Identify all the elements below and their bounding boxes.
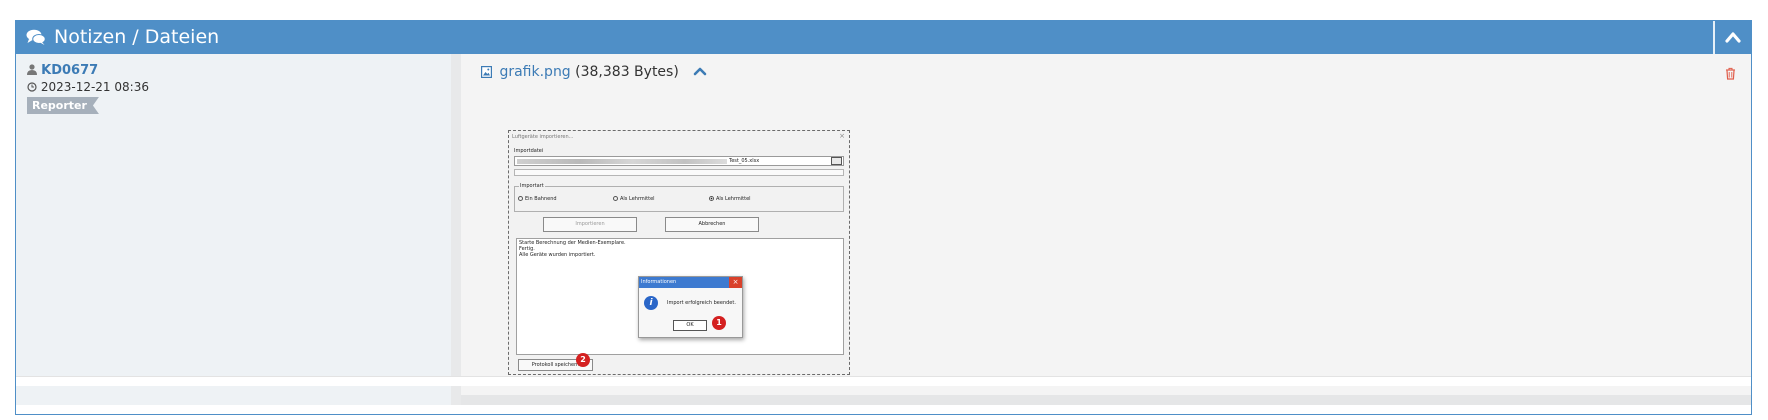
- user-icon: [27, 64, 37, 80]
- screenshot-log-lines: Starte Berechnung der Medien-Exemplare. …: [519, 240, 626, 258]
- dialog-ok-button: OK: [673, 320, 707, 331]
- info-icon: i: [644, 296, 658, 310]
- screenshot-group-label: Importart: [519, 183, 545, 189]
- attachment-line: grafik.png (38,383 Bytes): [481, 63, 707, 83]
- attachment-size: (38,383 Bytes): [575, 64, 679, 80]
- clock-icon: [27, 80, 37, 96]
- note-meta: KD0677 2023-12-21 08:36 Reporter: [16, 54, 451, 405]
- timestamp-text: 2023-12-21 08:36: [40, 80, 149, 94]
- panel-footer: [16, 376, 1751, 386]
- screenshot-info-dialog: Informationen × i Import erfolgreich bee…: [638, 276, 743, 338]
- screenshot-cancel-button: Abbrechen: [665, 217, 759, 232]
- comments-icon: [26, 29, 46, 45]
- dialog-message: Import erfolgreich beendet.: [667, 300, 736, 306]
- note-author: KD0677: [27, 63, 98, 80]
- dialog-close-icon: ×: [729, 277, 742, 288]
- collapse-button[interactable]: [1713, 21, 1751, 54]
- attachment-area: grafik.png (38,383 Bytes) Luftgeräte imp…: [461, 54, 1751, 395]
- role-badge: Reporter: [27, 97, 99, 114]
- screenshot-marker-1: 1: [712, 316, 726, 330]
- screenshot-window-title: Luftgeräte importieren...: [512, 134, 574, 140]
- image-file-icon: [481, 65, 493, 83]
- screenshot-import-button: Importieren: [543, 217, 637, 232]
- screenshot-close-icon: ×: [839, 132, 845, 140]
- screenshot-file-value: Test_05.xlsx: [729, 158, 760, 164]
- dialog-title: Informationen: [641, 279, 677, 285]
- author-link[interactable]: KD0677: [41, 63, 98, 78]
- screenshot-radio-3: Als Lehrmittel: [709, 196, 751, 202]
- screenshot-blurred-path: [517, 159, 727, 164]
- screenshot-marker-2: 2: [576, 353, 590, 367]
- screenshot-radio-1: Ein Bahnend: [518, 196, 557, 202]
- delete-trash-icon[interactable]: [1725, 65, 1736, 84]
- screenshot-import-label: Importdatei: [514, 148, 544, 154]
- panel-title: Notizen / Dateien: [54, 26, 220, 48]
- panel-header: Notizen / Dateien: [16, 21, 1751, 54]
- note-row: KD0677 2023-12-21 08:36 Reporter grafik.…: [16, 54, 1751, 409]
- chevron-up-icon: [1725, 32, 1741, 43]
- note-timestamp: 2023-12-21 08:36: [27, 79, 149, 96]
- attachment-link[interactable]: grafik.png: [499, 64, 570, 80]
- screenshot-progress-field: [514, 169, 844, 176]
- notes-files-panel: Notizen / Dateien KD0677 2023-12-21 08:3…: [15, 20, 1752, 415]
- attachment-preview-image[interactable]: Luftgeräte importieren... × Importdatei …: [508, 130, 850, 375]
- toggle-preview-chevron-up-icon[interactable]: [693, 63, 707, 81]
- screenshot-import-group: [514, 186, 844, 212]
- screenshot-log-line: Alle Geräte wurden importiert.: [519, 252, 596, 258]
- note-content: grafik.png (38,383 Bytes) Luftgeräte imp…: [461, 54, 1751, 405]
- screenshot-browse-icon: [831, 157, 842, 165]
- column-divider: [451, 54, 461, 405]
- screenshot-radio-2: Als Lehrmittel: [613, 196, 655, 202]
